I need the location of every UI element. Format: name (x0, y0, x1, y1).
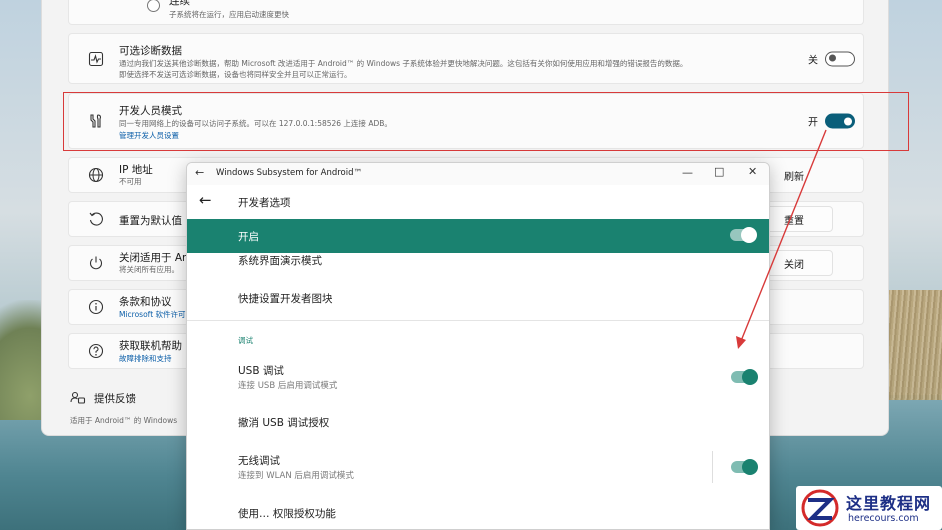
debug-category-label: 调试 (238, 336, 253, 345)
diagnostics-toggle-label: 关 (808, 55, 818, 66)
watermark: 这里教程网 herecours.com (796, 486, 942, 530)
help-title: 获取联机帮助 (119, 340, 182, 352)
wireless-debug-desc: 连接到 WLAN 后启用调试模式 (238, 471, 354, 481)
shutdown-desc: 将关闭所有应用。 (119, 265, 179, 274)
continuous-radio[interactable] (147, 0, 160, 12)
close-icon[interactable]: ✕ (748, 165, 757, 178)
diagnostics-title: 可选诊断数据 (119, 45, 182, 57)
ip-address-title: IP 地址 (119, 164, 153, 176)
info-icon (87, 298, 105, 316)
developer-mode-highlight-box (63, 92, 909, 151)
wsa-window-title: Windows Subsystem for Android™ (216, 168, 363, 178)
footnote-text: 适用于 Android™ 的 Windows (70, 416, 178, 425)
wireless-debug-switch[interactable] (731, 459, 758, 475)
continuous-option-row[interactable]: 连续 子系统将在运行，应用启动速度更快 (68, 0, 864, 25)
diagnostics-toggle[interactable] (825, 51, 855, 66)
revoke-usb-item[interactable]: 撤消 USB 调试授权 (238, 415, 329, 430)
feedback-label: 提供反馈 (94, 392, 136, 405)
globe-icon (87, 166, 105, 184)
wireless-debug-item[interactable]: 无线调试 (238, 453, 280, 468)
android-settings-window: ← Windows Subsystem for Android™ — □ ✕ ←… (186, 162, 770, 530)
page-title: 开发者选项 (238, 197, 291, 209)
terms-title: 条款和协议 (119, 296, 172, 308)
pulse-icon (87, 50, 105, 68)
wsa-title-bar: ← Windows Subsystem for Android™ — □ ✕ (187, 163, 769, 185)
feedback-icon (70, 391, 86, 404)
feedback-link[interactable]: 提供反馈 (70, 390, 136, 406)
android-app-bar: ← 开发者选项 (187, 185, 769, 218)
reset-icon (87, 210, 105, 228)
usb-debug-switch[interactable] (731, 369, 758, 385)
watermark-title: 这里教程网 (846, 494, 932, 513)
reset-title: 重置为默认值 (119, 215, 182, 227)
diagnostics-desc: 通过向我们发送其他诊断数据，帮助 Microsoft 改进适用于 Android… (119, 59, 688, 79)
continuous-desc: 子系统将在运行，应用启动速度更快 (169, 10, 289, 19)
usb-debug-desc: 连接 USB 后启用调试模式 (238, 381, 338, 391)
power-icon (87, 254, 105, 272)
partial-next-item[interactable]: 使用… 权限授权功能 (238, 506, 336, 521)
minimize-icon[interactable]: — (682, 166, 693, 179)
watermark-url: herecours.com (848, 513, 919, 524)
back-arrow-icon[interactable]: ← (199, 191, 212, 209)
terms-link[interactable]: Microsoft 软件许可 (119, 309, 186, 320)
developer-options-master-bar[interactable]: 开启 (187, 219, 769, 253)
help-icon (87, 342, 105, 360)
usb-debug-item[interactable]: USB 调试 (238, 363, 284, 378)
section-divider (187, 320, 769, 321)
watermark-logo-icon (801, 489, 839, 527)
diagnostics-row: 可选诊断数据 通过向我们发送其他诊断数据，帮助 Microsoft 改进适用于 … (68, 33, 864, 84)
ip-address-desc: 不可用 (119, 177, 142, 186)
wireless-debug-divider (712, 451, 713, 483)
maximize-icon[interactable]: □ (714, 165, 724, 178)
demo-mode-item[interactable]: 系统界面演示模式 (238, 253, 322, 268)
continuous-label: 连续 (169, 0, 190, 7)
quick-tiles-item[interactable]: 快捷设置开发者图块 (238, 291, 333, 306)
titlebar-back-icon[interactable]: ← (195, 166, 204, 179)
help-link[interactable]: 故障排除和支持 (119, 353, 172, 364)
master-switch[interactable] (730, 227, 757, 243)
master-switch-label: 开启 (238, 231, 259, 243)
